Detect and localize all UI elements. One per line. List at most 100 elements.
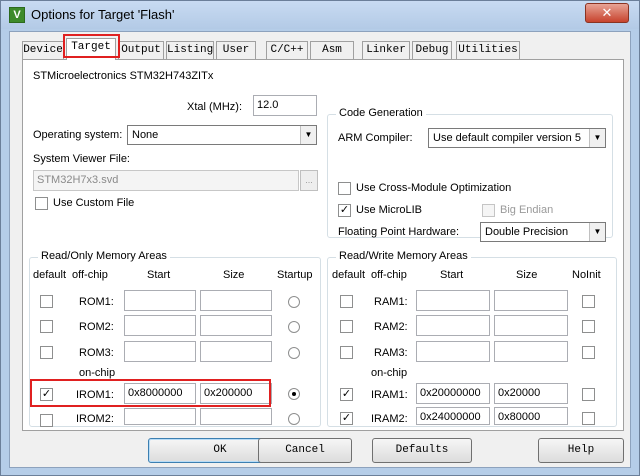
chevron-down-icon: ▼ bbox=[300, 126, 316, 144]
big-endian-checkbox[interactable] bbox=[482, 204, 495, 217]
iram2-size-input[interactable]: 0x80000 bbox=[494, 407, 568, 425]
tab-output[interactable]: Output bbox=[118, 41, 164, 59]
xtal-input[interactable]: 12.0 bbox=[253, 95, 317, 116]
iram1-size-input[interactable]: 0x20000 bbox=[494, 383, 568, 404]
rom3-default-checkbox[interactable] bbox=[40, 346, 53, 359]
ram3-label: RAM3: bbox=[374, 347, 408, 359]
ram3-size-input[interactable] bbox=[494, 341, 568, 362]
chevron-down-icon: ▼ bbox=[589, 223, 605, 241]
svd-browse-button[interactable]: ... bbox=[300, 170, 318, 191]
rom-group-title: Read/Only Memory Areas bbox=[38, 250, 170, 262]
ram2-noinit-checkbox[interactable] bbox=[582, 320, 595, 333]
tab-listing[interactable]: Listing bbox=[166, 41, 214, 59]
tab-asm[interactable]: Asm bbox=[310, 41, 354, 59]
tab-debug[interactable]: Debug bbox=[412, 41, 452, 59]
close-button[interactable]: ✕ bbox=[585, 3, 629, 23]
device-name: STMicroelectronics STM32H743ZITx bbox=[33, 70, 214, 82]
irom2-label: IROM2: bbox=[76, 413, 114, 425]
rom1-label: ROM1: bbox=[79, 296, 114, 308]
ram2-size-input[interactable] bbox=[494, 315, 568, 336]
fpu-select[interactable]: Double Precision ▼ bbox=[480, 222, 606, 242]
rom1-start-input[interactable] bbox=[124, 290, 196, 311]
irom2-start-input[interactable] bbox=[124, 408, 196, 425]
iram1-noinit-checkbox[interactable] bbox=[582, 388, 595, 401]
iram1-default-checkbox[interactable]: ✓ bbox=[340, 388, 353, 401]
rom3-startup-radio[interactable] bbox=[288, 347, 300, 359]
arm-compiler-select[interactable]: Use default compiler version 5 ▼ bbox=[428, 128, 606, 148]
ram1-label: RAM1: bbox=[374, 296, 408, 308]
rom2-default-checkbox[interactable] bbox=[40, 320, 53, 333]
rom3-start-input[interactable] bbox=[124, 341, 196, 362]
irom1-startup-radio[interactable] bbox=[288, 388, 300, 400]
cross-module-checkbox[interactable] bbox=[338, 182, 351, 195]
iram2-default-checkbox[interactable]: ✓ bbox=[340, 412, 353, 425]
target-tab-highlight bbox=[63, 34, 120, 58]
help-button[interactable]: Help bbox=[538, 438, 624, 463]
ram3-default-checkbox[interactable] bbox=[340, 346, 353, 359]
options-dialog: V Options for Target 'Flash' ✕ Device Ta… bbox=[0, 0, 640, 476]
fpu-value: Double Precision bbox=[485, 226, 569, 238]
irom2-size-input[interactable] bbox=[200, 408, 272, 425]
rom2-start-input[interactable] bbox=[124, 315, 196, 336]
uvision-icon: V bbox=[9, 7, 25, 23]
ram1-noinit-checkbox[interactable] bbox=[582, 295, 595, 308]
rom3-label: ROM3: bbox=[79, 347, 114, 359]
irom2-startup-radio[interactable] bbox=[288, 413, 300, 425]
os-value: None bbox=[132, 129, 159, 141]
target-tab-panel: STMicroelectronics STM32H743ZITx Xtal (M… bbox=[22, 59, 624, 431]
os-select[interactable]: None ▼ bbox=[127, 125, 317, 145]
ram2-start-input[interactable] bbox=[416, 315, 490, 336]
rom2-label: ROM2: bbox=[79, 321, 114, 333]
cancel-button[interactable]: Cancel bbox=[258, 438, 352, 463]
iram1-start-input[interactable]: 0x20000000 bbox=[416, 383, 490, 404]
cross-module-label: Use Cross-Module Optimization bbox=[356, 182, 512, 194]
rom1-size-input[interactable] bbox=[200, 290, 272, 311]
ram-start-header: Start bbox=[440, 269, 464, 281]
irom1-highlight bbox=[30, 379, 271, 407]
iram2-label: IRAM2: bbox=[371, 413, 408, 425]
ram2-default-checkbox[interactable] bbox=[340, 320, 353, 333]
irom2-default-checkbox[interactable] bbox=[40, 414, 53, 427]
window-title: Options for Target 'Flash' bbox=[31, 7, 175, 22]
ram3-noinit-checkbox[interactable] bbox=[582, 346, 595, 359]
big-endian-label: Big Endian bbox=[500, 204, 554, 216]
ram-noinit-header: NoInit bbox=[572, 269, 601, 281]
rom1-startup-radio[interactable] bbox=[288, 296, 300, 308]
tab-utilities[interactable]: Utilities bbox=[456, 41, 520, 59]
code-generation-group: Code Generation ARM Compiler: Use defaul… bbox=[327, 107, 613, 242]
ram2-label: RAM2: bbox=[374, 321, 408, 333]
iram1-label: IRAM1: bbox=[371, 389, 408, 401]
rom-offchip-header: off-chip bbox=[72, 269, 108, 281]
ram-default-header: default bbox=[332, 269, 366, 281]
microlib-label: Use MicroLIB bbox=[356, 204, 423, 216]
ram1-size-input[interactable] bbox=[494, 290, 568, 311]
iram2-start-input[interactable]: 0x24000000 bbox=[416, 407, 490, 425]
rom-startup-header: Startup bbox=[277, 269, 313, 281]
rom3-size-input[interactable] bbox=[200, 341, 272, 362]
title-bar[interactable]: V Options for Target 'Flash' ✕ bbox=[1, 1, 639, 29]
ram3-start-input[interactable] bbox=[416, 341, 490, 362]
ram1-default-checkbox[interactable] bbox=[340, 295, 353, 308]
ram-group-title: Read/Write Memory Areas bbox=[336, 250, 471, 262]
iram2-noinit-checkbox[interactable] bbox=[582, 412, 595, 425]
rom2-startup-radio[interactable] bbox=[288, 321, 300, 333]
ram1-start-input[interactable] bbox=[416, 290, 490, 311]
chevron-down-icon: ▼ bbox=[589, 129, 605, 147]
microlib-checkbox[interactable]: ✓ bbox=[338, 204, 351, 217]
dialog-client: Device Target Output Listing User C/C++ … bbox=[9, 31, 631, 468]
svd-input[interactable]: STM32H7x3.svd bbox=[33, 170, 299, 191]
ram-offchip-header: off-chip bbox=[371, 269, 407, 281]
tab-c-cpp[interactable]: C/C++ bbox=[266, 41, 308, 59]
rom-group: Read/Only Memory Areas default off-chip … bbox=[29, 250, 321, 427]
tab-linker[interactable]: Linker bbox=[362, 41, 410, 59]
ram-onchip-label: on-chip bbox=[371, 367, 408, 379]
arm-compiler-value: Use default compiler version 5 bbox=[433, 132, 581, 144]
rom-size-header: Size bbox=[223, 269, 245, 281]
arm-compiler-label: ARM Compiler: bbox=[338, 132, 413, 144]
rom1-default-checkbox[interactable] bbox=[40, 295, 53, 308]
tab-device[interactable]: Device bbox=[22, 41, 64, 59]
use-custom-file-checkbox[interactable] bbox=[35, 197, 48, 210]
tab-user[interactable]: User bbox=[216, 41, 256, 59]
defaults-button[interactable]: Defaults bbox=[372, 438, 472, 463]
rom2-size-input[interactable] bbox=[200, 315, 272, 336]
